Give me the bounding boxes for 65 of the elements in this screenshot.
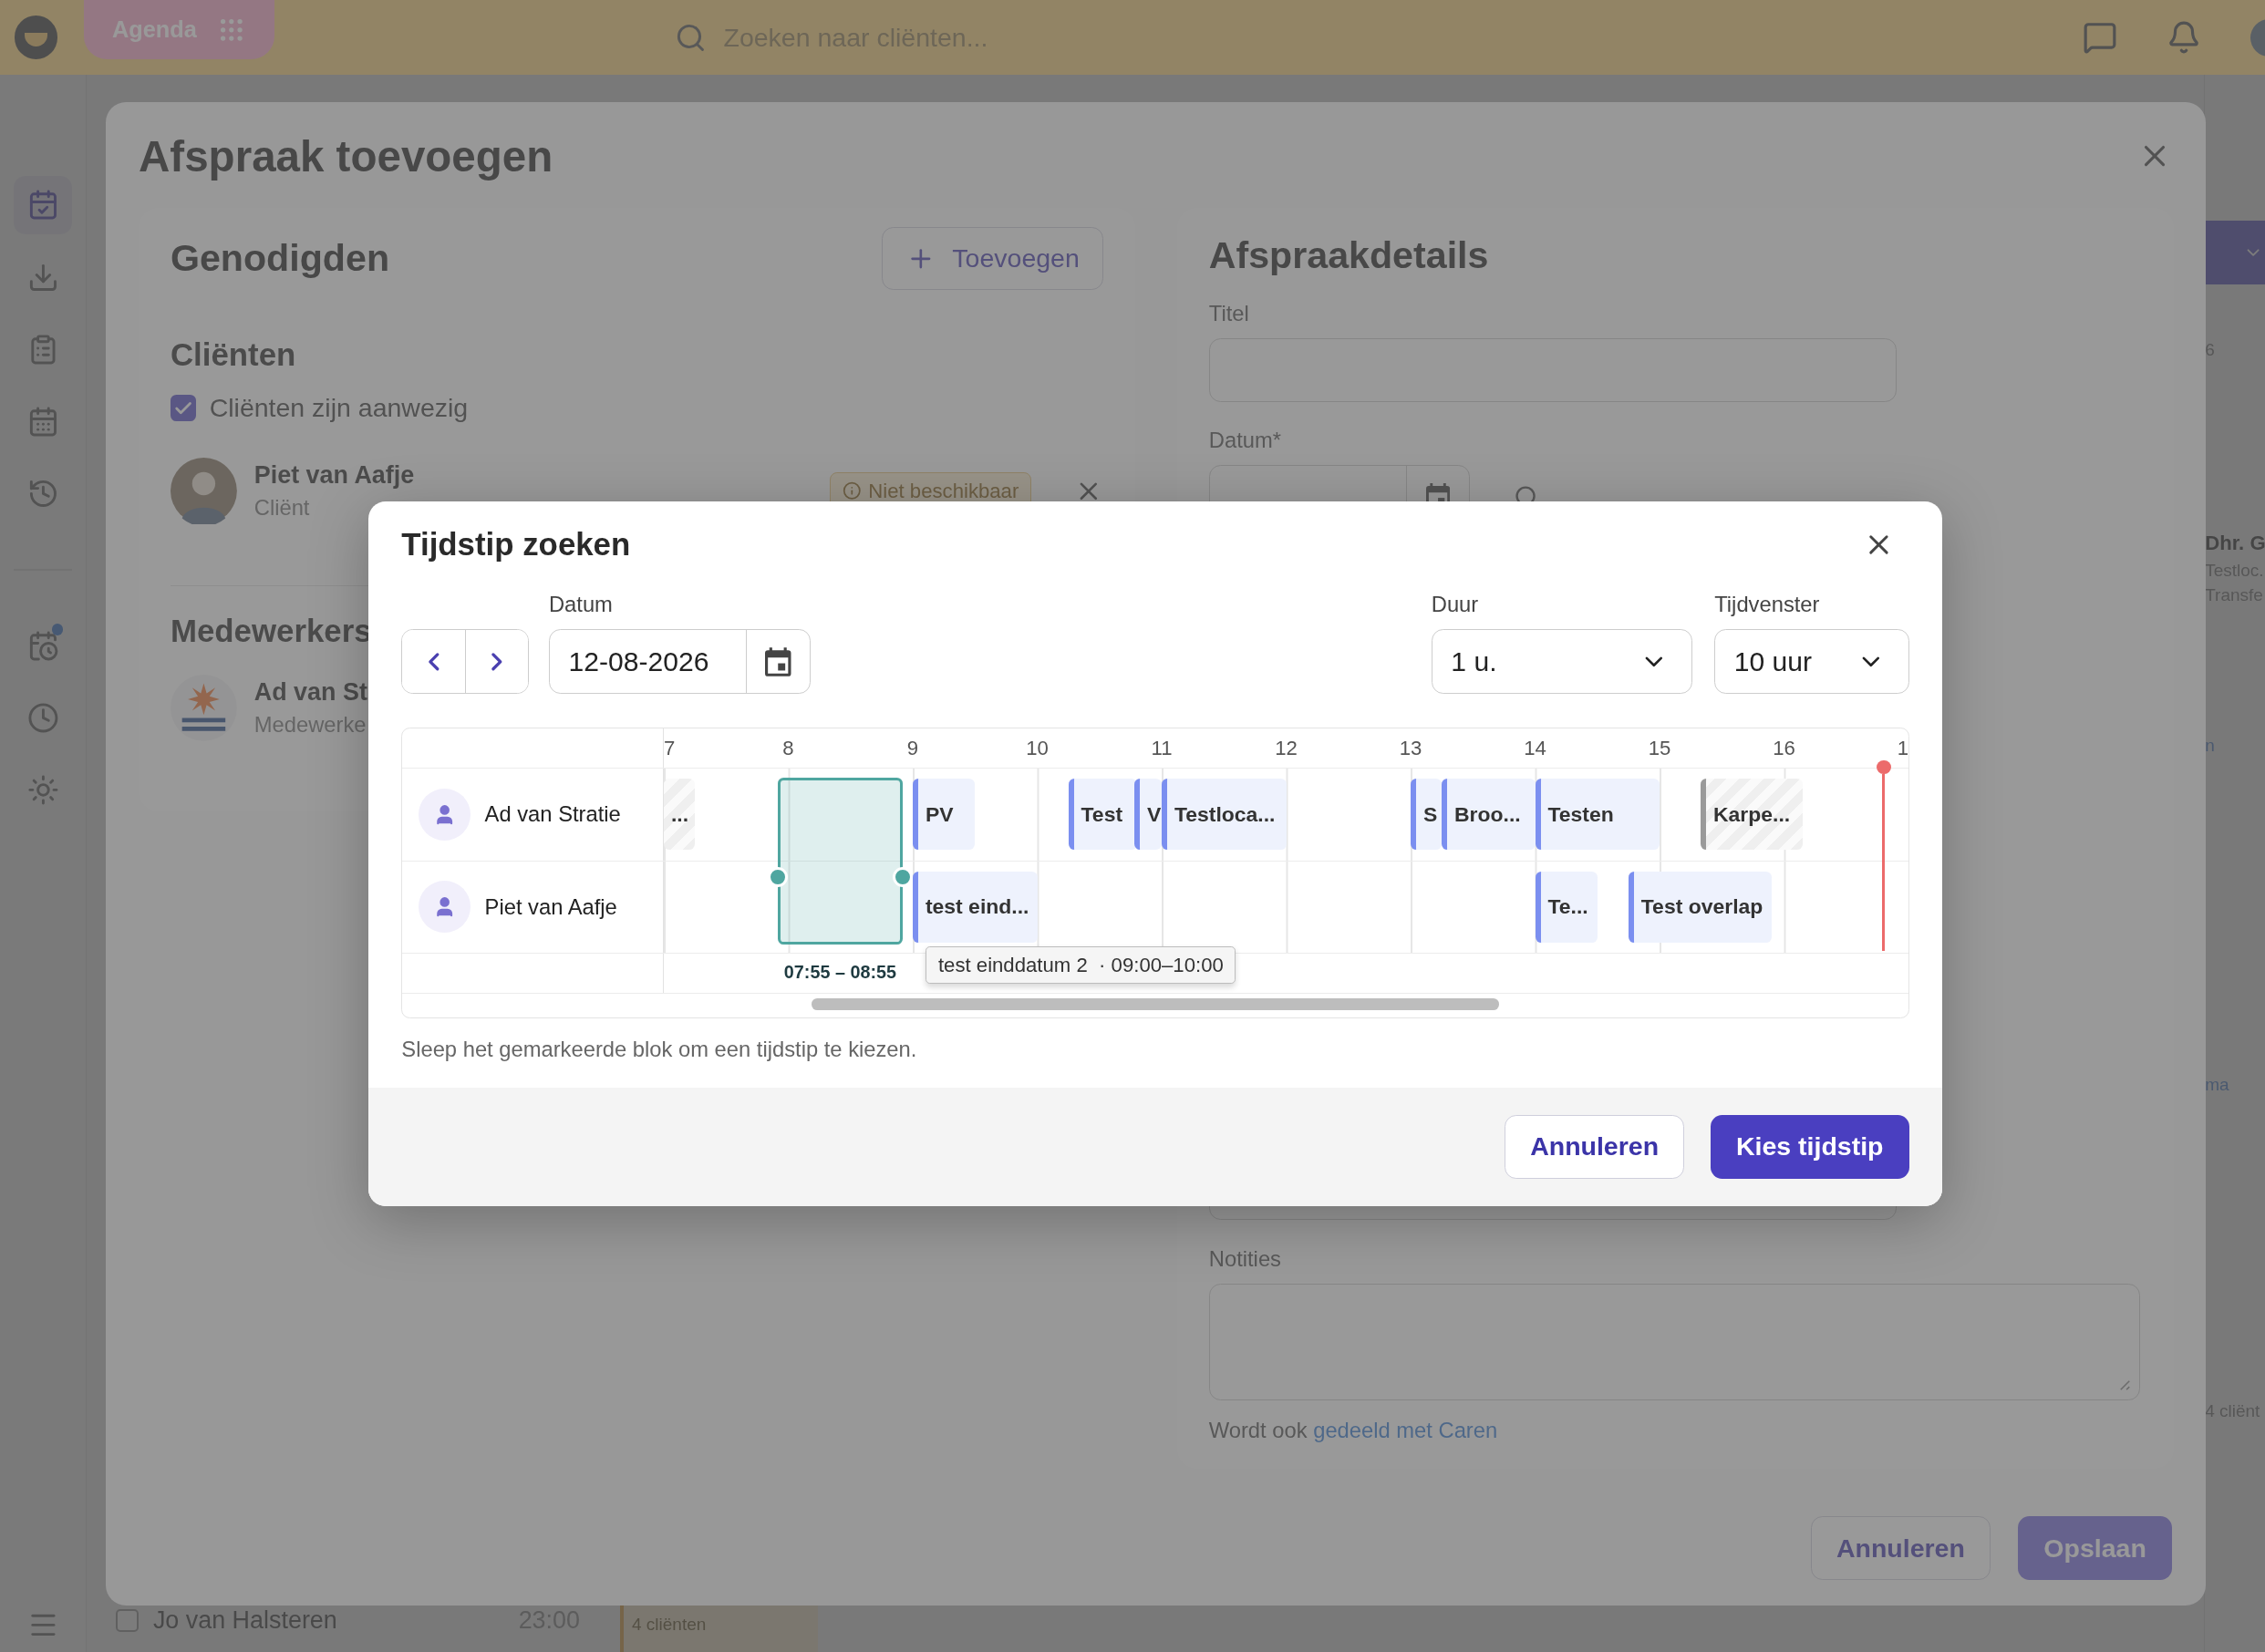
field-label: Titel [1208,301,1250,327]
field-label: Tijdvenster [1714,592,1821,618]
hour-label: 11 [1151,737,1173,761]
confirm-button[interactable]: Kies tijdstip [1710,1114,1910,1179]
row-name: Ad van Stratie [484,801,621,828]
hour-label: 9 [906,737,919,761]
appointment-block[interactable]: PV [913,779,976,851]
dialog-title: Tijdstip zoeken [401,526,631,563]
tooltip: test einddatum 2 · 09:00–10:00 [926,945,1236,985]
section-title: Genodigden [170,237,390,280]
subsection-title: Medewerkers [170,612,373,649]
hour-label: 13 [1399,737,1422,761]
appointment-block[interactable]: Broo... [1442,779,1536,851]
hour-label: 1 [1897,737,1908,761]
selected-time-block[interactable] [778,777,903,945]
person-name: Ad van St [253,677,367,707]
section-title: Afspraakdetails [1208,233,1490,277]
field-label: Notities [1208,1245,1282,1272]
modal-title: Afspraak toevoegen [139,130,553,181]
timeline[interactable]: 7 8 9 10 11 12 13 14 15 16 1 Ad van Stratie ... PV Test V Testloca... S Broo... Testen Karpe... Piet van Aafje test eind... Te... Test overlap 07:55 – 08:55 test einddatum 2 · 09:00–10:00 [401,727,1909,1018]
sun-icon [26,773,59,806]
share-note: Wordt ook gedeeld met Caren [1208,1417,1499,1443]
toolbar-button[interactable] [2205,221,2265,284]
resize-handle[interactable] [892,866,913,887]
hour-label: 10 [1026,737,1049,761]
appointment-block[interactable]: Te... [1535,871,1598,943]
scrollbar[interactable] [811,997,1499,1010]
row-name: Piet van Aafje [484,893,617,920]
chat-icon[interactable] [2083,20,2118,56]
person-name: Piet van Aafje [253,460,415,490]
appointment-block[interactable]: Test [1068,779,1137,851]
next-day-button[interactable] [464,630,528,694]
appointment-block[interactable]: test eind... [913,871,1038,943]
appointment-block[interactable]: Testloca... [1162,779,1287,851]
hour-label: 15 [1648,737,1671,761]
appointment-block[interactable]: S [1411,779,1443,851]
calendar-icon [765,646,791,676]
date-field[interactable]: 12-08-2026 [548,629,811,695]
hour-label: 16 [1773,737,1795,761]
cancel-button[interactable]: Annuleren [1505,1114,1684,1179]
sidebar-item[interactable] [14,176,72,234]
notification-dot [51,624,64,635]
appointment-block[interactable]: V [1134,779,1162,851]
checkbox[interactable] [170,395,197,421]
checkbox[interactable] [115,1608,140,1632]
field-label: Datum [548,592,614,618]
subsection-title: Cliënten [170,336,297,373]
appointment-block[interactable]: Test overlap [1628,871,1772,943]
unavailable-block[interactable]: ... [664,779,696,851]
field-label: Duur [1431,592,1480,618]
hour-label: 8 [782,737,794,761]
hour-label: 7 [664,737,676,761]
logo-icon [14,15,58,59]
checkbox-label: Cliënten zijn aanwezig [209,393,469,424]
unavailable-block[interactable]: Karpe... [1701,779,1803,851]
notes-field[interactable] [1208,1283,2141,1400]
duration-select[interactable]: 1 u. [1431,629,1693,695]
selection-time: 07:55 – 08:55 [783,962,897,984]
clock-icon [26,701,59,734]
hour-label: 14 [1524,737,1546,761]
appointment-block[interactable]: Testen [1535,779,1660,851]
field-label: Datum* [1208,428,1282,454]
hour-label: 12 [1275,737,1298,761]
time-window-select[interactable]: 10 uur [1714,629,1910,695]
hint-text: Sleep het gemarkeerde blok om een tijdstip te kiezen. [401,1037,918,1063]
